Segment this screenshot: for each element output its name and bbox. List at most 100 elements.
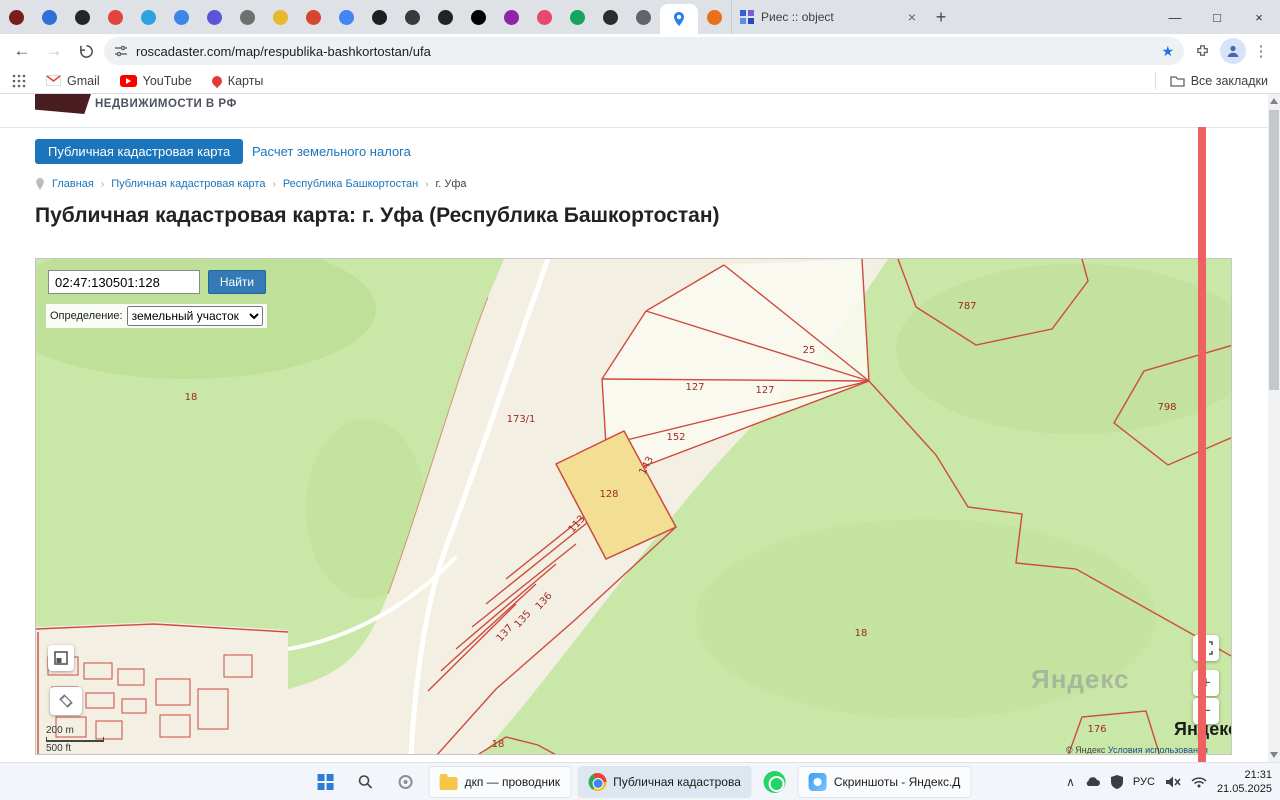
breadcrumb-home[interactable]: Главная	[52, 178, 94, 190]
parcel-label: 18	[185, 392, 198, 403]
bookmark-star-icon[interactable]: ★	[1161, 43, 1174, 60]
scale-bar	[46, 737, 104, 742]
browser-tab[interactable]	[33, 0, 66, 34]
tab-favicon	[707, 10, 722, 25]
tray-cloud-icon[interactable]	[1085, 776, 1101, 788]
tab-land-tax-link[interactable]: Расчет земельного налога	[252, 144, 411, 159]
ruler-icon	[54, 651, 68, 665]
browser-tab[interactable]	[594, 0, 627, 34]
browser-tab[interactable]	[0, 0, 33, 34]
apps-grid-icon[interactable]	[12, 74, 26, 88]
tab-close-icon[interactable]: ×	[905, 10, 919, 24]
find-button[interactable]: Найти	[208, 270, 266, 294]
tab-favicon	[141, 10, 156, 25]
address-bar[interactable]: roscadaster.com/map/respublika-bashkorto…	[104, 37, 1184, 65]
start-button[interactable]	[309, 766, 343, 798]
browser-tab[interactable]	[264, 0, 297, 34]
tray-clock[interactable]: 21:31 21.05.2025	[1217, 768, 1272, 797]
browser-tab[interactable]	[561, 0, 594, 34]
grid-favicon-icon	[740, 10, 754, 24]
definition-select[interactable]: земельный участок	[127, 306, 263, 326]
browser-tabstrip: Риес :: object × + — □ ×	[0, 0, 1280, 34]
parcel-label: 787	[957, 301, 976, 312]
page-scrollbar[interactable]	[1268, 94, 1280, 762]
site-settings-icon[interactable]	[114, 44, 128, 58]
screenshots-app-icon	[809, 773, 827, 791]
volume-muted-icon[interactable]	[1165, 775, 1181, 789]
bookmark-maps[interactable]: Карты	[212, 74, 264, 88]
map-pin-favicon-icon	[671, 11, 687, 27]
browser-menu-button[interactable]: ⋮	[1250, 42, 1272, 60]
extensions-button[interactable]	[1188, 37, 1216, 65]
active-tab-cadastral-map[interactable]	[660, 4, 698, 34]
taskbar-window-explorer[interactable]: дкп — проводник	[429, 766, 572, 798]
browser-tab[interactable]	[66, 0, 99, 34]
browser-tab[interactable]	[396, 0, 429, 34]
browser-tab[interactable]	[363, 0, 396, 34]
cadastral-search-input[interactable]	[48, 270, 200, 294]
scrollbar-thumb[interactable]	[1269, 110, 1279, 390]
profile-avatar[interactable]	[1220, 38, 1246, 64]
browser-tab[interactable]	[462, 0, 495, 34]
language-indicator[interactable]: РУС	[1133, 776, 1155, 788]
map-canvas[interactable]: 18173/1127127251521431281131361351377877…	[35, 258, 1232, 755]
maximize-button[interactable]: □	[1196, 0, 1238, 34]
tray-expand-chevron-icon[interactable]: ∧	[1066, 775, 1075, 789]
map-attribution: © Яндекс Условия использования	[1066, 745, 1208, 755]
zoom-in-button[interactable]: +	[1193, 670, 1219, 696]
new-tab-button[interactable]: +	[927, 3, 955, 31]
browser-tab[interactable]	[528, 0, 561, 34]
site-header-text: НЕДВИЖИМОСТИ В РФ	[95, 98, 237, 110]
bookmark-youtube[interactable]: YouTube	[120, 74, 192, 88]
pinned-tabs-group	[0, 0, 660, 34]
browser-tab[interactable]	[429, 0, 462, 34]
scroll-up-arrow-icon[interactable]	[1270, 98, 1278, 104]
windows-logo-icon	[318, 774, 334, 790]
tab-public-cadastral-map[interactable]: Публичная кадастровая карта	[35, 139, 243, 164]
site-logo[interactable]	[35, 94, 91, 114]
browser-tab[interactable]	[198, 0, 231, 34]
bookmark-gmail[interactable]: Gmail	[46, 74, 100, 88]
bookmark-label: Gmail	[67, 74, 100, 88]
layers-button[interactable]	[50, 687, 82, 715]
forward-button[interactable]: →	[40, 37, 68, 65]
scale-imperial: 500 ft	[46, 743, 104, 754]
tray-shield-icon[interactable]	[1111, 775, 1123, 789]
browser-tab[interactable]	[698, 0, 731, 34]
browser-tab[interactable]	[132, 0, 165, 34]
taskbar-window-chrome[interactable]: Публичная кадастрова	[577, 766, 752, 798]
breadcrumb-map[interactable]: Публичная кадастровая карта	[111, 178, 265, 190]
taskbar-search-button[interactable]	[349, 766, 383, 798]
scale-metric: 200 m	[46, 725, 104, 736]
cadastral-page: НЕДВИЖИМОСТИ В РФ Публичная кадастровая …	[0, 94, 1268, 762]
panorama-tool-button[interactable]	[48, 645, 74, 671]
browser-tab[interactable]	[495, 0, 528, 34]
fullscreen-button[interactable]	[1193, 635, 1219, 661]
window-label: Скриншоты - Яндекс.Д	[834, 775, 961, 789]
browser-tab[interactable]	[99, 0, 132, 34]
bookmark-label: Карты	[228, 74, 264, 88]
browser-tab[interactable]	[330, 0, 363, 34]
browser-tab[interactable]	[627, 0, 660, 34]
minimize-button[interactable]: —	[1154, 0, 1196, 34]
back-button[interactable]: ←	[8, 37, 36, 65]
tab-favicon	[405, 10, 420, 25]
browser-tab[interactable]	[165, 0, 198, 34]
terms-link[interactable]: Условия использования	[1108, 745, 1208, 755]
window-label: дкп — проводник	[465, 775, 561, 789]
network-icon[interactable]	[1191, 776, 1207, 788]
tab-ries-object[interactable]: Риес :: object ×	[731, 0, 927, 34]
url-text[interactable]: roscadaster.com/map/respublika-bashkorto…	[136, 44, 1153, 59]
all-bookmarks-button[interactable]: Все закладки	[1155, 72, 1268, 90]
taskbar-whatsapp-button[interactable]	[758, 766, 792, 798]
scroll-down-arrow-icon[interactable]	[1270, 752, 1278, 758]
pinned-app-button[interactable]	[389, 766, 423, 798]
taskbar-window-screenshots[interactable]: Скриншоты - Яндекс.Д	[798, 766, 972, 798]
parcel-label: 176	[1087, 724, 1106, 735]
breadcrumb-region[interactable]: Республика Башкортостан	[283, 178, 418, 190]
browser-tab[interactable]	[297, 0, 330, 34]
reload-button[interactable]	[72, 37, 100, 65]
browser-tab[interactable]	[231, 0, 264, 34]
bookmark-label: YouTube	[143, 74, 192, 88]
close-button[interactable]: ×	[1238, 0, 1280, 34]
